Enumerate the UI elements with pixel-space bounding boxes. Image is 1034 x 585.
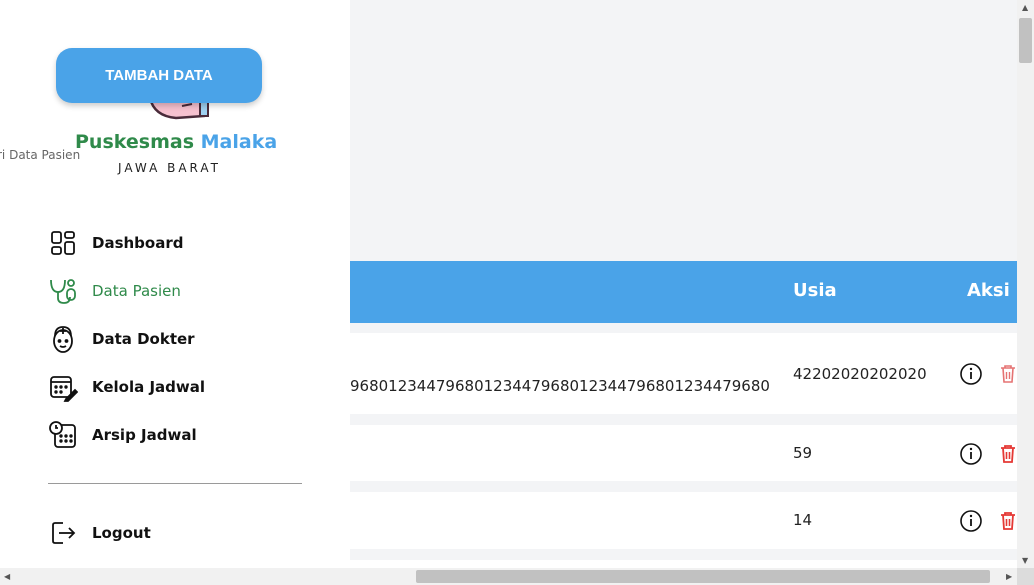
nav-label: Arsip Jadwal <box>92 426 197 444</box>
logout-button[interactable]: Logout <box>48 517 151 549</box>
nav-item-data-pasien[interactable]: Data Pasien <box>48 275 181 307</box>
main-content: Usia Aksi 968012344796801234479680123447… <box>350 0 1017 568</box>
nav-label: Dashboard <box>92 234 184 252</box>
column-header-aksi: Aksi <box>967 280 1010 301</box>
brand-name: Puskesmas Malaka <box>75 131 277 153</box>
sidebar-divider <box>48 483 302 484</box>
table-header: Usia Aksi <box>350 261 1017 323</box>
delete-icon[interactable] <box>996 442 1017 466</box>
table-row: 9680123447968012344796801234479680123447… <box>350 333 1017 414</box>
logout-label: Logout <box>92 524 151 542</box>
calendar-edit-icon <box>48 372 78 402</box>
vertical-scrollbar[interactable] <box>1017 0 1034 568</box>
scrollbar-corner <box>1017 568 1034 585</box>
vertical-scrollbar-thumb[interactable] <box>1019 18 1032 63</box>
table-row <box>350 560 1017 568</box>
stethoscope-icon <box>48 276 78 306</box>
table-row: 14 <box>350 492 1017 549</box>
logout-icon <box>48 518 78 548</box>
nav-item-kelola-jadwal[interactable]: Kelola Jadwal <box>48 371 205 403</box>
nav-label: Data Dokter <box>92 330 195 348</box>
patient-id-cell: 9680123447968012344796801234479680123447… <box>350 377 770 395</box>
age-cell: 59 <box>793 444 813 462</box>
column-header-usia: Usia <box>793 280 837 301</box>
schedule-archive-icon <box>48 420 78 450</box>
scroll-left-arrow-icon[interactable]: ◀ <box>4 572 10 581</box>
horizontal-scrollbar-thumb[interactable] <box>416 570 990 583</box>
region-label: JAWA BARAT <box>118 161 222 175</box>
scroll-right-arrow-icon[interactable]: ▶ <box>1006 572 1012 581</box>
age-cell: 42202020202020 <box>793 365 927 383</box>
dashboard-icon <box>48 228 78 258</box>
delete-icon[interactable] <box>996 509 1017 533</box>
info-icon[interactable] <box>959 509 983 533</box>
sidebar: TAMBAH DATA Puskesmas Malaka JAWA BARAT … <box>0 0 350 568</box>
brand-name-first: Puskesmas <box>75 131 195 153</box>
table-row: 59 <box>350 425 1017 481</box>
page-heading-fragment: ri Data Pasien <box>0 148 81 162</box>
add-data-button[interactable]: TAMBAH DATA <box>56 48 262 103</box>
info-icon[interactable] <box>959 362 983 386</box>
brand-name-second: Malaka <box>200 131 278 153</box>
scroll-up-arrow-icon[interactable]: ▲ <box>1022 3 1028 12</box>
age-cell: 14 <box>793 511 813 529</box>
scroll-down-arrow-icon[interactable]: ▼ <box>1022 556 1028 565</box>
nav-label: Kelola Jadwal <box>92 378 206 396</box>
nav-item-data-dokter[interactable]: Data Dokter <box>48 323 195 355</box>
nav-item-dashboard[interactable]: Dashboard <box>48 227 183 259</box>
doctor-icon <box>48 324 78 354</box>
delete-icon[interactable] <box>996 362 1017 386</box>
nav-item-arsip-jadwal[interactable]: Arsip Jadwal <box>48 419 197 451</box>
nav-label: Data Pasien <box>92 282 181 300</box>
info-icon[interactable] <box>959 442 983 466</box>
